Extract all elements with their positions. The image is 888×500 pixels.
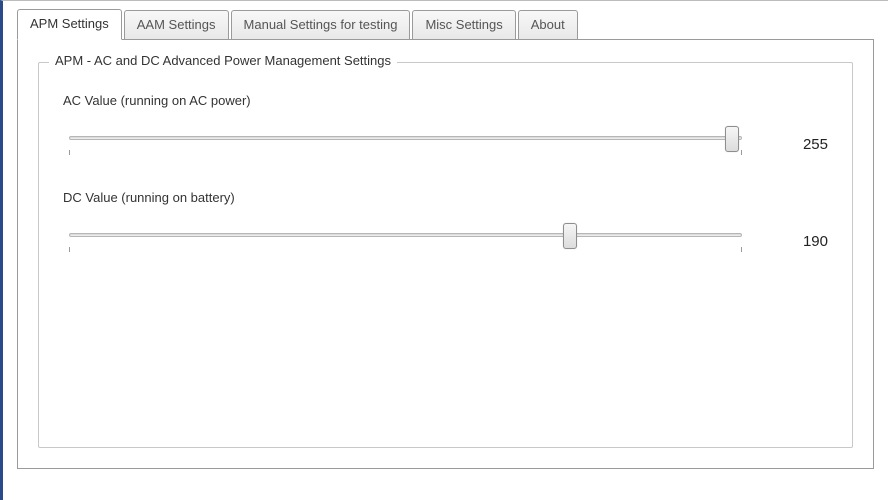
ac-slider-track <box>69 136 742 140</box>
ac-slider[interactable] <box>63 126 748 162</box>
slider-tick <box>741 247 742 252</box>
dc-slider-track <box>69 233 742 237</box>
dc-slider[interactable] <box>63 223 748 259</box>
dc-slider-row: 190 <box>63 223 828 259</box>
tab-misc-settings[interactable]: Misc Settings <box>412 10 515 40</box>
ac-value-readout: 255 <box>784 136 828 153</box>
tab-aam-settings[interactable]: AAM Settings <box>124 10 229 40</box>
ac-slider-label: AC Value (running on AC power) <box>63 93 828 108</box>
tab-apm-settings[interactable]: APM Settings <box>17 9 122 40</box>
dc-slider-thumb[interactable] <box>563 223 577 249</box>
settings-panel: APM Settings AAM Settings Manual Setting… <box>0 0 888 500</box>
dc-value-readout: 190 <box>784 233 828 250</box>
tab-about[interactable]: About <box>518 10 578 40</box>
ac-slider-thumb[interactable] <box>725 126 739 152</box>
dc-slider-block: DC Value (running on battery) 190 <box>63 190 828 259</box>
ac-slider-block: AC Value (running on AC power) 255 <box>63 93 828 162</box>
slider-tick <box>741 150 742 155</box>
tab-strip: APM Settings AAM Settings Manual Setting… <box>17 9 874 40</box>
ac-slider-row: 255 <box>63 126 828 162</box>
tab-manual-settings[interactable]: Manual Settings for testing <box>231 10 411 40</box>
slider-tick <box>69 150 70 155</box>
tab-content-apm: APM - AC and DC Advanced Power Managemen… <box>17 39 874 469</box>
slider-tick <box>69 247 70 252</box>
dc-slider-label: DC Value (running on battery) <box>63 190 828 205</box>
apm-groupbox: APM - AC and DC Advanced Power Managemen… <box>38 62 853 448</box>
groupbox-legend: APM - AC and DC Advanced Power Managemen… <box>49 53 397 68</box>
